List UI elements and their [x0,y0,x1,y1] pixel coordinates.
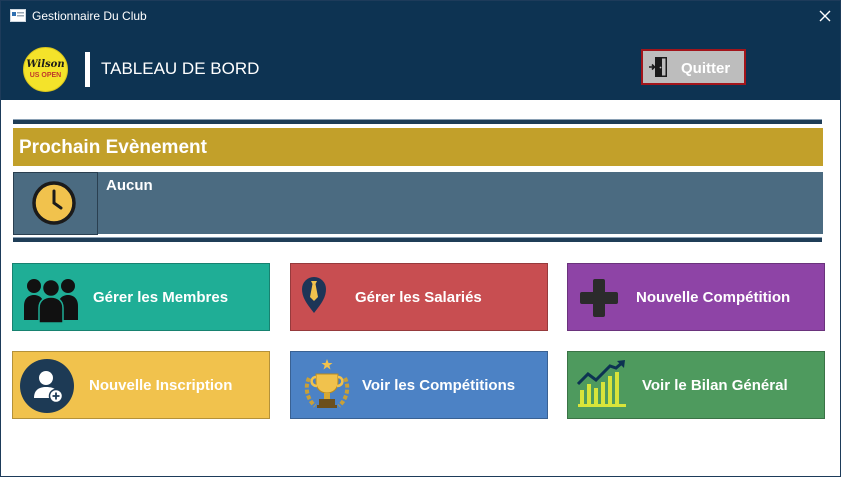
new-competition-label: Nouvelle Compétition [636,289,791,306]
exit-door-icon [649,57,667,77]
svg-text:Wilson: Wilson [26,59,64,70]
new-competition-tile[interactable]: Nouvelle Compétition [567,263,825,331]
next-event-heading: Prochain Evènement [13,128,823,166]
view-competitions-tile[interactable]: Voir les Compétitions [290,351,548,419]
view-balance-label: Voir le Bilan Général [642,377,788,394]
view-competitions-label: Voir les Compétitions [362,377,516,394]
next-event-heading-label: Prochain Evènement [19,137,207,158]
manage-members-tile[interactable]: Gérer les Membres [12,263,270,331]
app-window: Gestionnaire Du Club Wilson US OPEN TABL… [0,0,841,477]
new-registration-label: Nouvelle Inscription [89,377,233,394]
employee-tie-icon [302,277,326,313]
quit-button[interactable]: Quitter [641,49,746,85]
manage-employees-tile[interactable]: Gérer les Salariés [290,263,548,331]
clock-icon [32,181,76,225]
new-registration-tile[interactable]: Nouvelle Inscription [12,351,270,419]
app-window-icon [10,9,26,22]
next-event-panel: Aucun [13,172,823,235]
group-icon [24,278,78,324]
add-user-icon [20,359,74,413]
wilson-us-open-logo: Wilson US OPEN [23,47,68,92]
svg-text:US OPEN: US OPEN [30,72,62,79]
divider-top [13,119,822,124]
close-icon [819,10,831,22]
manage-employees-label: Gérer les Salariés [355,289,482,306]
event-icon-box [13,172,98,235]
divider-bottom [13,237,822,242]
manage-members-label: Gérer les Membres [93,289,229,306]
title-bar: Gestionnaire Du Club [1,1,840,31]
close-button[interactable] [810,1,840,31]
growth-chart-icon [576,360,626,407]
trophy-icon [304,359,350,408]
quit-label: Quitter [681,60,731,77]
header-separator [85,52,90,87]
window-title: Gestionnaire Du Club [32,9,147,23]
plus-icon [580,279,618,317]
dashboard-header: Wilson US OPEN TABLEAU DE BORD Quitter [1,31,840,100]
next-event-value: Aucun [106,177,153,194]
view-balance-tile[interactable]: Voir le Bilan Général [567,351,825,419]
page-title: TABLEAU DE BORD [101,59,260,78]
